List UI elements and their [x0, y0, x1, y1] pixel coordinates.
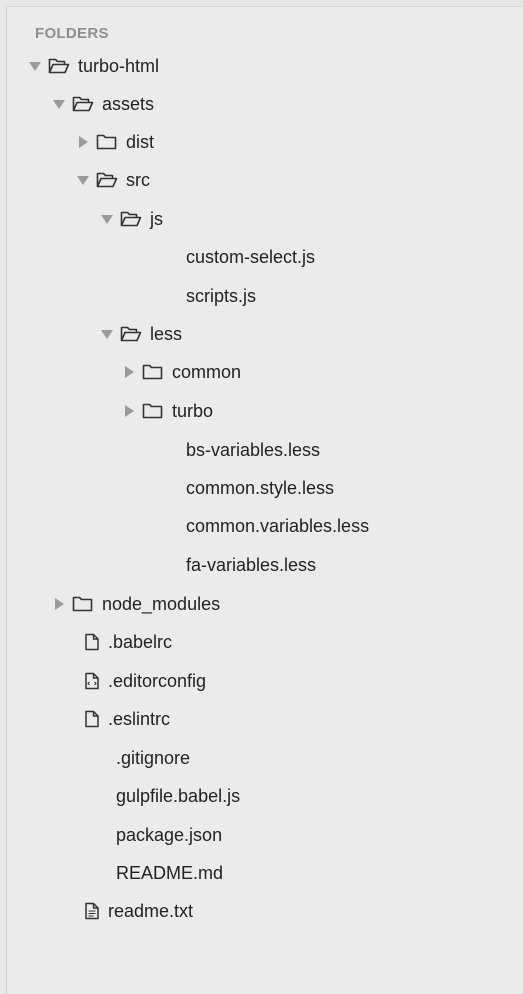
folder-assets[interactable]: assets — [52, 92, 154, 116]
file-scripts-js[interactable]: scripts.js — [186, 284, 256, 308]
folder-label: assets — [102, 94, 155, 114]
file-label: .eslintrc — [108, 709, 171, 729]
file-label: package.json — [116, 825, 223, 845]
folder-js[interactable]: js — [100, 207, 163, 231]
file-readme-md[interactable]: README.md — [116, 861, 223, 885]
folder-label: turbo-html — [78, 56, 160, 76]
file-label: custom-select.js — [186, 247, 316, 267]
file-babelrc[interactable]: .babelrc — [84, 630, 172, 654]
folder-icon — [142, 402, 164, 420]
file-label: .babelrc — [108, 632, 173, 652]
folders-sidebar: FOLDERS — [6, 6, 523, 994]
folder-label: src — [126, 170, 150, 190]
folder-node-modules[interactable]: node_modules — [52, 592, 220, 616]
folder-common[interactable]: common — [122, 360, 241, 384]
triangle-down-icon[interactable] — [52, 97, 66, 111]
folder-open-icon — [72, 95, 94, 113]
file-label: readme.txt — [108, 901, 194, 921]
folder-open-icon — [48, 57, 70, 75]
folder-src[interactable]: src — [76, 168, 150, 192]
triangle-right-icon[interactable] — [52, 597, 66, 611]
file-fa-variables-less[interactable]: fa-variables.less — [186, 553, 316, 577]
file-label: common.style.less — [186, 478, 335, 498]
folder-label: dist — [126, 132, 155, 152]
triangle-down-icon[interactable] — [76, 173, 90, 187]
file-gulpfile-babel-js[interactable]: gulpfile.babel.js — [116, 784, 240, 808]
file-package-json[interactable]: package.json — [116, 823, 222, 847]
folder-open-icon — [120, 210, 142, 228]
folder-open-icon — [96, 171, 118, 189]
file-editorconfig[interactable]: .editorconfig — [84, 669, 206, 693]
file-common-variables-less[interactable]: common.variables.less — [186, 514, 369, 538]
file-gitignore[interactable]: .gitignore — [116, 746, 190, 770]
folder-turbo[interactable]: turbo — [122, 399, 213, 423]
triangle-down-icon[interactable] — [100, 327, 114, 341]
file-label: README.md — [116, 863, 224, 883]
file-bs-variables-less[interactable]: bs-variables.less — [186, 438, 320, 462]
file-label: common.variables.less — [186, 516, 370, 536]
folder-open-icon — [120, 325, 142, 343]
file-label: fa-variables.less — [186, 555, 317, 575]
file-label: .gitignore — [116, 748, 191, 768]
config-file-icon — [84, 672, 100, 690]
file-custom-select-js[interactable]: custom-select.js — [186, 245, 315, 269]
triangle-right-icon[interactable] — [76, 135, 90, 149]
file-eslintrc[interactable]: .eslintrc — [84, 707, 170, 731]
file-label: gulpfile.babel.js — [116, 786, 241, 806]
folder-less[interactable]: less — [100, 322, 182, 346]
folder-icon — [96, 133, 118, 151]
file-label: .editorconfig — [108, 671, 207, 691]
file-icon — [84, 710, 100, 728]
file-common-style-less[interactable]: common.style.less — [186, 476, 334, 500]
file-readme-txt[interactable]: readme.txt — [84, 899, 193, 923]
text-file-icon — [84, 902, 100, 920]
folder-label: node_modules — [102, 594, 221, 614]
folder-turbo-html[interactable]: turbo-html — [28, 54, 159, 78]
folder-label: less — [150, 324, 183, 344]
folder-icon — [142, 363, 164, 381]
folder-label: js — [150, 209, 163, 229]
file-icon — [84, 633, 100, 651]
sidebar-header: FOLDERS — [35, 25, 109, 42]
folder-icon — [72, 595, 94, 613]
folder-label: turbo — [172, 401, 214, 421]
triangle-right-icon[interactable] — [122, 404, 136, 418]
folder-label: common — [172, 362, 242, 382]
triangle-down-icon[interactable] — [28, 59, 42, 73]
folder-dist[interactable]: dist — [76, 130, 154, 154]
triangle-right-icon[interactable] — [122, 365, 136, 379]
file-label: bs-variables.less — [186, 440, 321, 460]
file-label: scripts.js — [186, 286, 257, 306]
triangle-down-icon[interactable] — [100, 212, 114, 226]
